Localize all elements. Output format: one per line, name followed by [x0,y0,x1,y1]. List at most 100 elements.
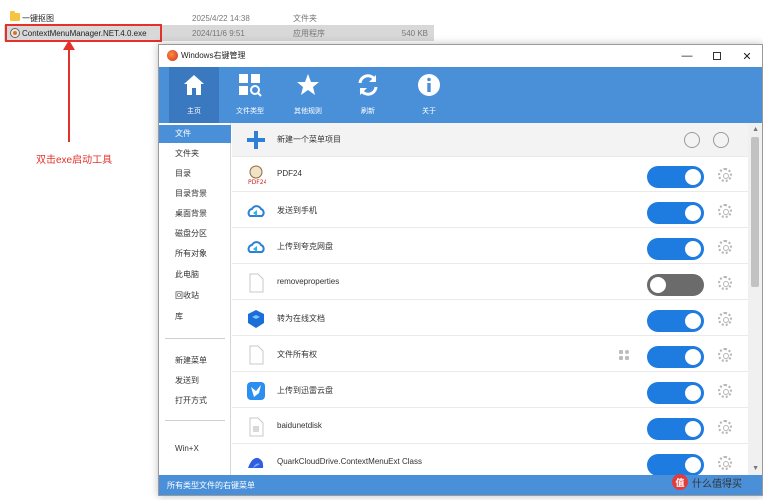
maximize-icon [713,52,721,60]
toggle-knob [650,277,666,293]
watermark: 值 什么值得买 [672,474,742,490]
toggle-knob [685,169,701,185]
close-button[interactable]: ✕ [732,45,762,67]
enable-toggle[interactable] [647,202,704,224]
svg-text:PDF24: PDF24 [248,179,266,185]
annotation-text: 双击exe启动工具 [36,155,113,166]
enable-toggle[interactable] [647,346,704,368]
new-menu-item-row[interactable]: 新建一个菜单项目 [232,123,748,157]
menu-item-row[interactable]: QuarkCloudDrive.ContextMenuExt Class [232,446,748,475]
menu-item-row[interactable]: removeproperties [232,266,748,300]
sidebar-item-directory[interactable]: 目录 [159,165,231,183]
online-doc-icon [248,310,264,328]
sidebar-item-file[interactable]: 文件 [159,125,231,143]
sidebar-item-recycle-bin[interactable]: 回收站 [159,287,231,305]
gear-icon[interactable] [718,204,732,218]
menu-item-row[interactable]: 文件所有权 [232,338,748,372]
sidebar-item-all-objects[interactable]: 所有对象 [159,245,231,263]
tab-other-rules[interactable]: 其他规则 [283,67,333,123]
enable-toggle[interactable] [647,310,704,332]
file-types-icon [239,74,262,97]
menu-item-row[interactable]: 发送到手机 [232,194,748,228]
toggle-knob [685,205,701,221]
enable-toggle[interactable] [647,166,704,188]
tab-about[interactable]: 关于 [404,67,454,123]
gear-icon[interactable] [718,456,732,470]
menu-item-row[interactable]: 上传到迅雷云盘 [232,374,748,408]
add-icon [247,131,265,149]
file-size: 540 KB [401,28,428,38]
sidebar-item-this-pc[interactable]: 此电脑 [159,266,231,284]
menu-item-label: 发送到手机 [277,206,317,215]
scroll-thumb[interactable] [751,137,759,287]
enable-toggle[interactable] [647,418,704,440]
pdf24-icon: PDF24 [248,165,266,185]
menu-item-label: 转为在线文档 [277,314,325,323]
sidebar-item-desktop-background[interactable]: 桌面背景 [159,205,231,223]
file-date: 2025/4/22 14:38 [192,13,250,23]
quark-icon [248,457,264,468]
tab-label: 文件类型 [236,108,264,115]
gear-icon[interactable] [718,420,732,434]
gear-icon[interactable] [718,348,732,362]
gear-icon[interactable] [718,276,732,290]
menu-item-row[interactable]: 上传到夸克网盘 [232,230,748,264]
screenshot-stage: 一键抠图 2025/4/22 14:38 文件夹 ContextMenuMana… [0,0,763,500]
toggle-knob [685,313,701,329]
tab-label: 主页 [187,108,201,115]
sidebar: 文件 文件夹 目录 目录背景 桌面背景 磁盘分区 所有对象 此电脑 回收站 库 … [159,123,231,475]
sidebar-item-new-menu[interactable]: 新建菜单 [159,352,231,370]
status-text: 所有类型文件的右键菜单 [167,481,255,490]
arrow-line [68,46,70,142]
minimize-button[interactable]: — [672,45,702,67]
sidebar-item-folder[interactable]: 文件夹 [159,145,231,163]
toggle-knob [685,241,701,257]
baidu-cloud-icon [247,205,265,217]
toggle-knob [685,421,701,437]
enable-toggle[interactable] [647,274,704,296]
maximize-button[interactable] [702,45,732,67]
sidebar-item-drive[interactable]: 磁盘分区 [159,225,231,243]
tab-label: 关于 [422,108,436,115]
gear-icon[interactable] [718,384,732,398]
locate-icon[interactable] [713,132,729,148]
tab-file-types[interactable]: 文件类型 [225,67,275,123]
gear-icon[interactable] [718,312,732,326]
sidebar-item-win-x[interactable]: Win+X [159,440,231,458]
sidebar-item-send-to[interactable]: 发送到 [159,372,231,390]
sort-icon[interactable] [684,132,700,148]
toggle-knob [685,457,701,473]
extension-grid-icon[interactable] [619,350,630,361]
tab-refresh[interactable]: 刷新 [343,67,393,123]
blank-file-icon [249,345,264,365]
blank-file-icon [249,273,264,293]
gear-icon[interactable] [718,240,732,254]
vertical-scrollbar[interactable]: ▲ ▼ [748,123,762,475]
app-logo-icon [167,50,178,61]
menu-item-row[interactable]: PDF24 PDF24 [232,158,748,192]
sidebar-item-open-with[interactable]: 打开方式 [159,392,231,410]
scroll-down-icon[interactable]: ▼ [752,465,759,472]
sidebar-item-library[interactable]: 库 [159,308,231,326]
file-name: 一键抠图 [22,13,54,23]
menu-items-list: 新建一个菜单项目 PDF24 PDF24 发送到手机 上传到夸克网盘 remov… [232,123,762,475]
tab-home[interactable]: 主页 [169,67,219,123]
menu-item-row[interactable]: 转为在线文档 [232,302,748,336]
toolbar: 主页 文件类型 其他规则 刷新 关于 [159,67,762,123]
menu-item-label: QuarkCloudDrive.ContextMenuExt Class [277,457,422,466]
title-bar[interactable]: Windows右键管理 — ✕ [159,45,762,67]
folder-icon [10,11,20,21]
file-type: 文件夹 [293,13,317,23]
enable-toggle[interactable] [647,238,704,260]
window-title: Windows右键管理 [181,51,246,60]
enable-toggle[interactable] [647,454,704,475]
enable-toggle[interactable] [647,382,704,404]
scroll-up-icon[interactable]: ▲ [752,126,759,133]
star-icon [297,74,319,95]
menu-item-row[interactable]: baidunetdisk [232,410,748,444]
gear-icon[interactable] [718,168,732,182]
toggle-knob [685,385,701,401]
blank-file-icon [249,417,264,437]
file-type: 应用程序 [293,28,325,38]
sidebar-item-directory-background[interactable]: 目录背景 [159,185,231,203]
